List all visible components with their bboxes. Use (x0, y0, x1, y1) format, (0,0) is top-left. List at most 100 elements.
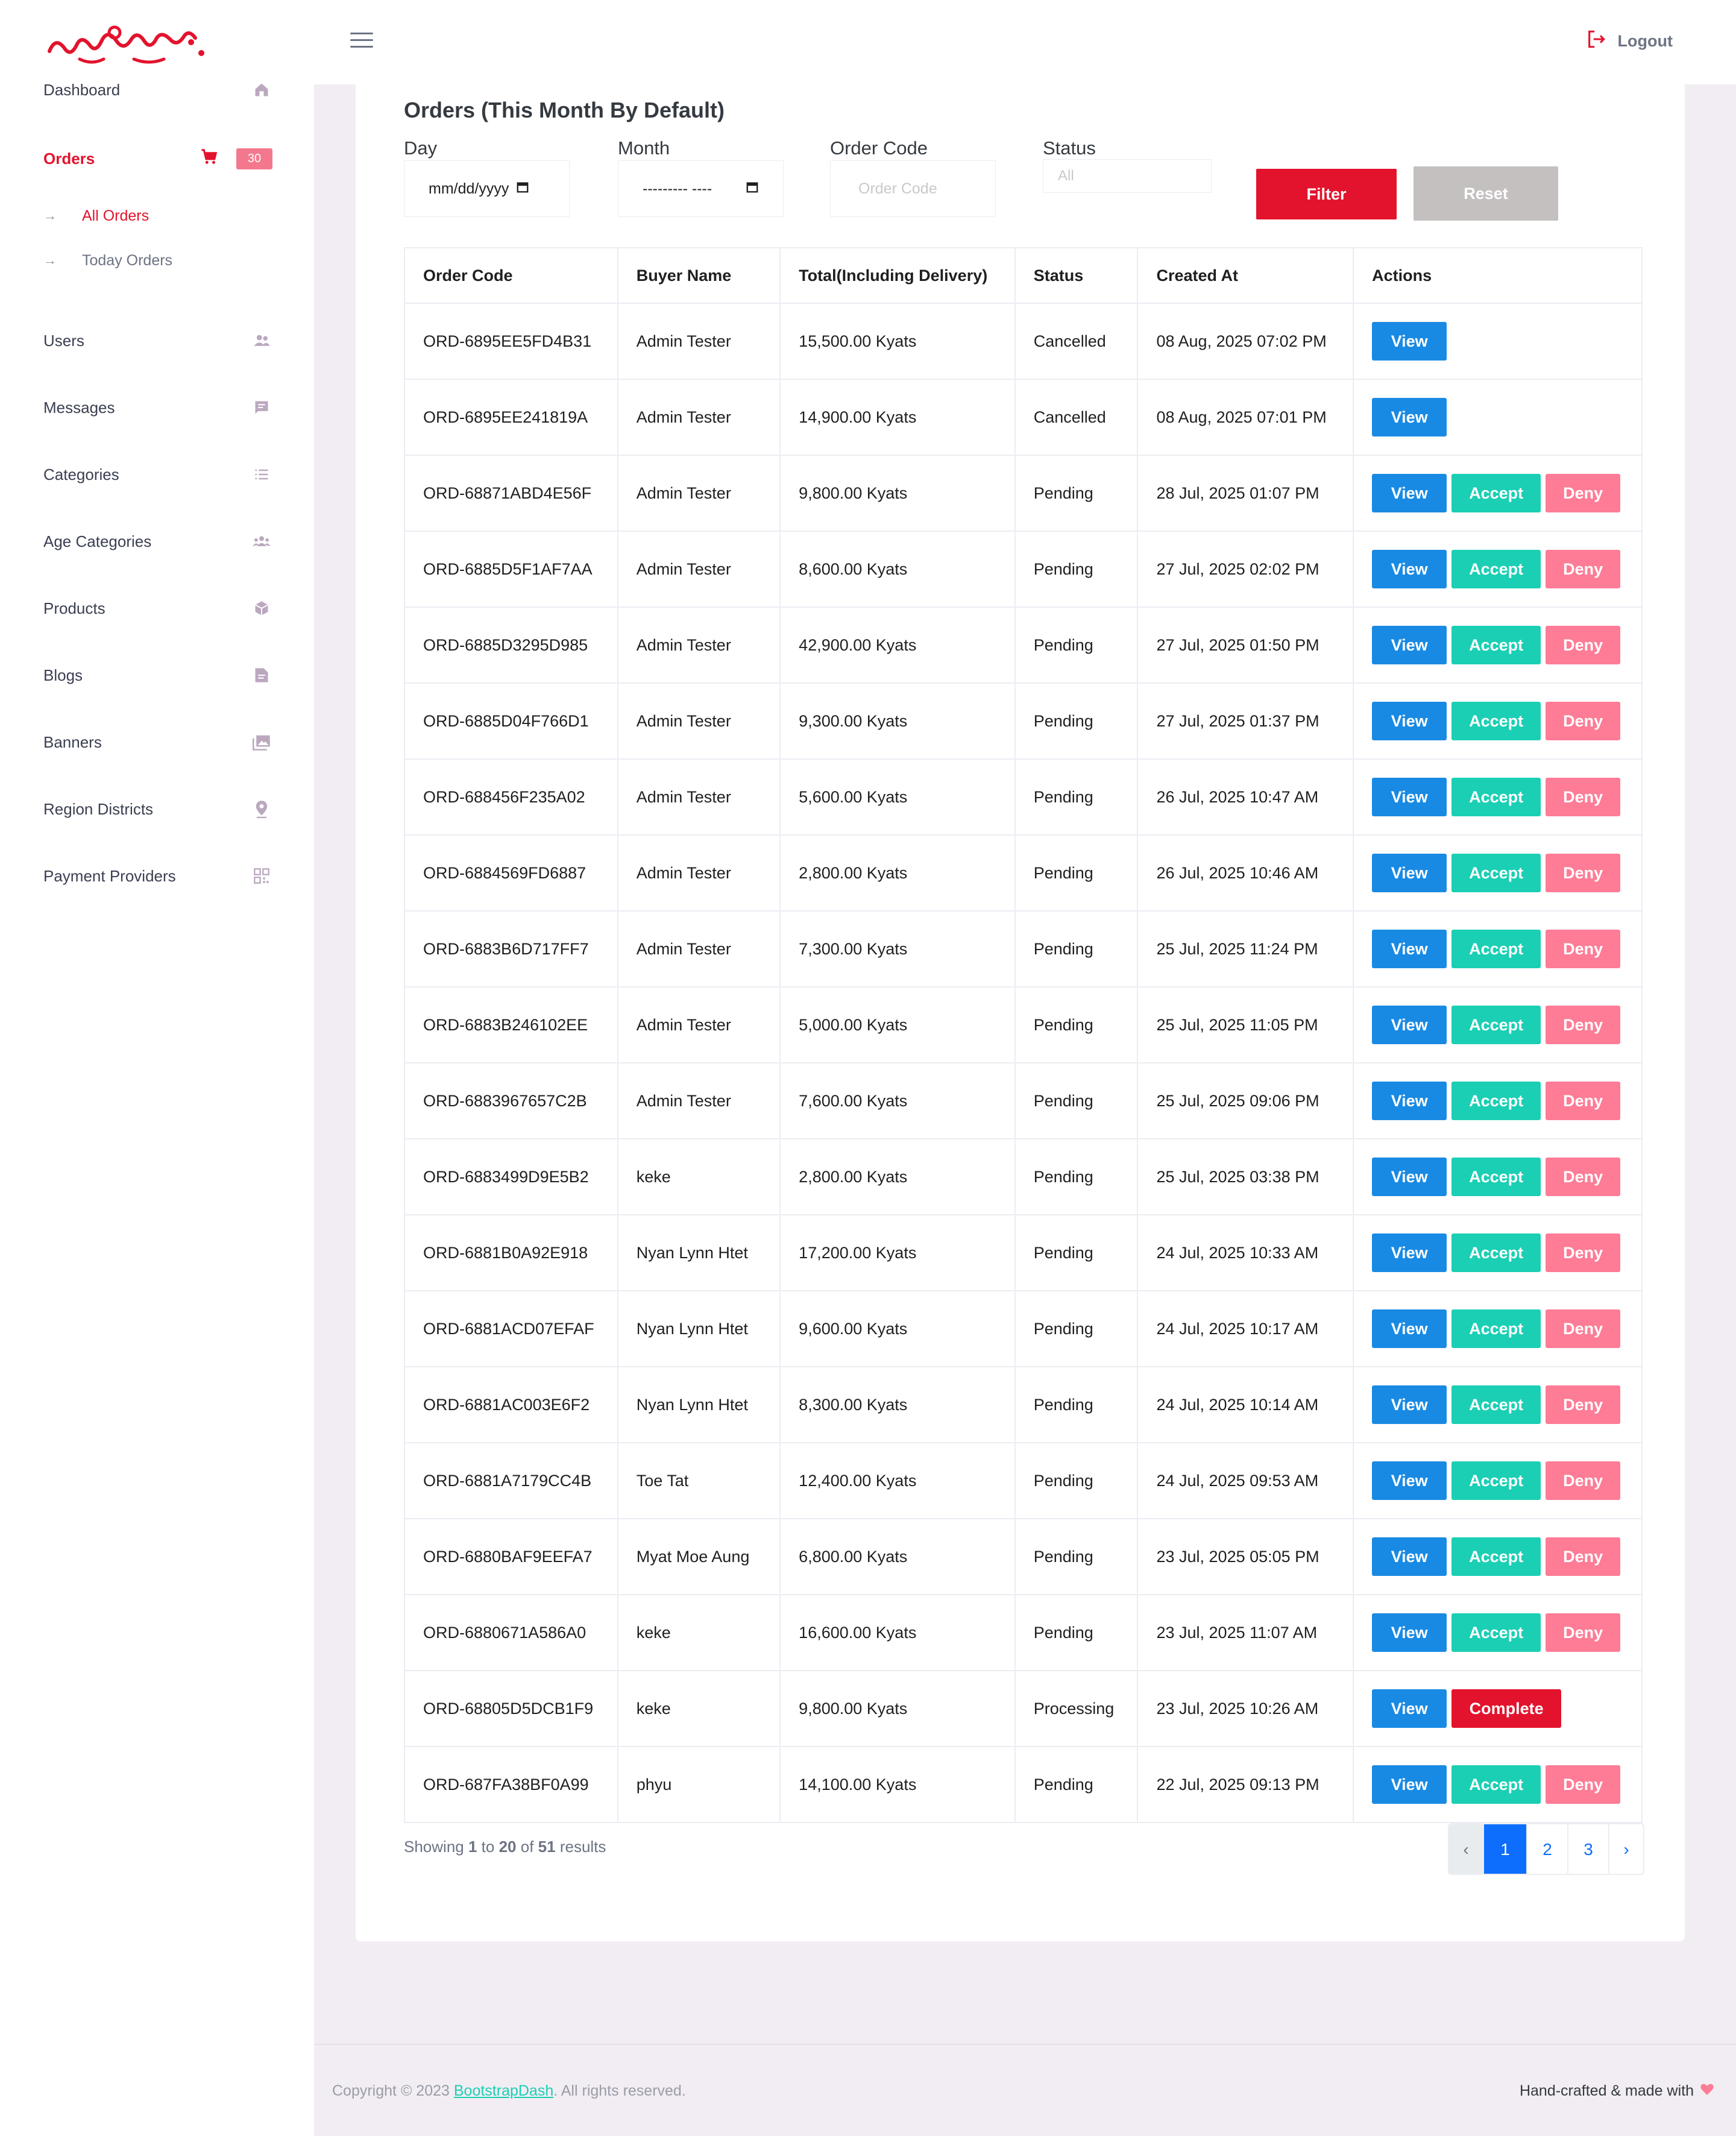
accept-button[interactable]: Accept (1451, 550, 1541, 588)
deny-button[interactable]: Deny (1546, 1082, 1621, 1120)
buyer-name-cell: Nyan Lynn Htet (617, 1290, 781, 1367)
deny-button[interactable]: Deny (1546, 1385, 1621, 1424)
accept-button[interactable]: Accept (1451, 1537, 1541, 1576)
accept-button[interactable]: Accept (1451, 1461, 1541, 1500)
accept-button[interactable]: Accept (1451, 1158, 1541, 1196)
deny-button[interactable]: Deny (1546, 1537, 1621, 1576)
view-button[interactable]: View (1372, 1689, 1447, 1728)
deny-button[interactable]: Deny (1546, 930, 1621, 968)
view-button[interactable]: View (1372, 930, 1447, 968)
view-button[interactable]: View (1372, 1385, 1447, 1424)
copyright-prefix: Copyright © 2023 (332, 2082, 450, 2099)
view-button[interactable]: View (1372, 626, 1447, 664)
bootstrapdash-link[interactable]: BootstrapDash (454, 2082, 553, 2099)
view-button[interactable]: View (1372, 778, 1447, 816)
view-button[interactable]: View (1372, 1309, 1447, 1348)
accept-button[interactable]: Accept (1451, 1233, 1541, 1272)
menu-toggle-icon[interactable] (350, 33, 373, 52)
orders-table-body: ORD-6895EE5FD4B31 Admin Tester 15,500.00 K… (404, 303, 1643, 1823)
deny-button[interactable]: Deny (1546, 1158, 1621, 1196)
sidebar-item-orders[interactable]: Orders 30 (43, 140, 272, 177)
sidebar-item-products[interactable]: Products (43, 590, 272, 626)
sidebar-item-dashboard[interactable]: Dashboard (43, 72, 272, 108)
buyer-name-cell: Admin Tester (617, 758, 781, 836)
deny-button[interactable]: Deny (1546, 474, 1621, 512)
month-input[interactable]: --------- ---- (618, 160, 784, 217)
view-button[interactable]: View (1372, 474, 1447, 512)
created-at-cell: 25 Jul, 2025 03:38 PM (1137, 1138, 1354, 1215)
accept-button[interactable]: Accept (1451, 702, 1541, 740)
sidebar-subitem-today-orders[interactable]: → Today Orders (43, 245, 172, 276)
deny-button[interactable]: Deny (1546, 1233, 1621, 1272)
view-button[interactable]: View (1372, 1082, 1447, 1120)
reset-button[interactable]: Reset (1414, 166, 1558, 221)
deny-button[interactable]: Deny (1546, 1461, 1621, 1500)
qr-code-icon (251, 865, 272, 887)
filter-button[interactable]: Filter (1256, 169, 1397, 219)
accept-button[interactable]: Accept (1451, 1765, 1541, 1804)
status-select[interactable]: All (1043, 159, 1212, 193)
sidebar-subitem-all-orders[interactable]: → All Orders (43, 201, 149, 231)
sidebar-item-users[interactable]: Users (43, 323, 272, 359)
sidebar-item-payment-providers[interactable]: Payment Providers (43, 858, 272, 894)
buyer-name-cell: Nyan Lynn Htet (617, 1214, 781, 1291)
pagination-next[interactable]: › (1609, 1824, 1643, 1874)
view-button[interactable]: View (1372, 1158, 1447, 1196)
deny-button[interactable]: Deny (1546, 1006, 1621, 1044)
pagination-page-2[interactable]: 2 (1527, 1824, 1568, 1874)
accept-button[interactable]: Accept (1451, 1309, 1541, 1348)
deny-button[interactable]: Deny (1546, 626, 1621, 664)
deny-button[interactable]: Deny (1546, 1613, 1621, 1652)
day-input[interactable]: mm/dd/yyyy (404, 160, 570, 217)
view-button[interactable]: View (1372, 1233, 1447, 1272)
accept-button[interactable]: Accept (1451, 1385, 1541, 1424)
accept-button[interactable]: Accept (1451, 1082, 1541, 1120)
accept-button[interactable]: Accept (1451, 626, 1541, 664)
accept-button[interactable]: Accept (1451, 1006, 1541, 1044)
accept-button[interactable]: Accept (1451, 474, 1541, 512)
order-code-input[interactable]: Order Code (830, 160, 996, 217)
total-cell: 6,800.00 Kyats (779, 1518, 1016, 1595)
view-button[interactable]: View (1372, 1613, 1447, 1652)
sidebar-item-messages[interactable]: Messages (43, 389, 272, 426)
accept-button[interactable]: Accept (1451, 778, 1541, 816)
table-header-row: Order Code Buyer Name Total(Including De… (404, 247, 1643, 304)
deny-button[interactable]: Deny (1546, 550, 1621, 588)
view-button[interactable]: View (1372, 1537, 1447, 1576)
sidebar-item-age-categories[interactable]: Age Categories (43, 523, 272, 559)
pagination-page-1[interactable]: 1 (1484, 1824, 1527, 1874)
view-button[interactable]: View (1372, 1461, 1447, 1500)
view-button[interactable]: View (1372, 702, 1447, 740)
table-row: ORD-6885D04F766D1 Admin Tester 9,300.00 Ky… (404, 682, 1643, 760)
accept-button[interactable]: Accept (1451, 1613, 1541, 1652)
complete-button[interactable]: Complete (1451, 1689, 1562, 1728)
brand-logo[interactable] (43, 24, 212, 66)
deny-button[interactable]: Deny (1546, 854, 1621, 892)
total-cell: 8,600.00 Kyats (779, 531, 1016, 608)
sidebar-item-categories[interactable]: Categories (43, 456, 272, 493)
buyer-name-cell: Admin Tester (617, 455, 781, 532)
logout-button[interactable]: Logout (1585, 29, 1673, 54)
handcrafted-text: Hand-crafted & made with (1519, 2082, 1694, 2099)
accept-button[interactable]: Accept (1451, 854, 1541, 892)
accept-button[interactable]: Accept (1451, 930, 1541, 968)
pagination: ‹ 1 2 3 › (1448, 1823, 1644, 1875)
view-button[interactable]: View (1372, 854, 1447, 892)
deny-button[interactable]: Deny (1546, 1765, 1621, 1804)
deny-button[interactable]: Deny (1546, 702, 1621, 740)
sidebar-item-region-districts[interactable]: Region Districts (43, 791, 272, 827)
view-button[interactable]: View (1372, 1006, 1447, 1044)
order-code-cell: ORD-6885D5F1AF7AA (404, 531, 618, 608)
created-at-cell: 23 Jul, 2025 10:26 AM (1137, 1670, 1354, 1747)
deny-button[interactable]: Deny (1546, 778, 1621, 816)
sidebar-item-blogs[interactable]: Blogs (43, 657, 272, 693)
view-button[interactable]: View (1372, 398, 1447, 436)
view-button[interactable]: View (1372, 550, 1447, 588)
sidebar-item-banners[interactable]: Banners (43, 724, 272, 760)
deny-button[interactable]: Deny (1546, 1309, 1621, 1348)
pagination-prev[interactable]: ‹ (1449, 1824, 1484, 1874)
view-button[interactable]: View (1372, 1765, 1447, 1804)
view-button[interactable]: View (1372, 322, 1447, 361)
pagination-page-3[interactable]: 3 (1568, 1824, 1609, 1874)
status-cell: Cancelled (1014, 379, 1139, 456)
